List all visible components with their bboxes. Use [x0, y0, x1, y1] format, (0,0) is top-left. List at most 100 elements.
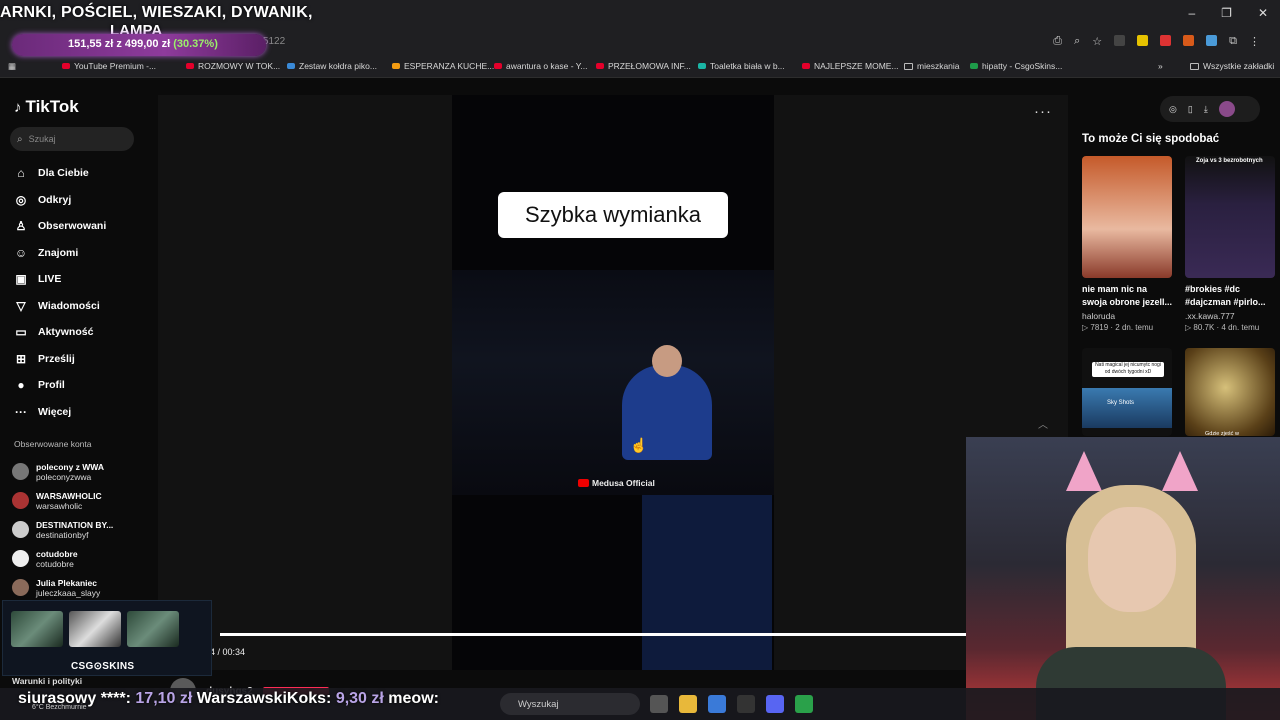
followed-heading: Obserwowane konta — [14, 439, 92, 449]
extension-icon[interactable] — [1137, 35, 1149, 46]
store-icon[interactable] — [708, 695, 726, 713]
followed-account[interactable]: DESTINATION BY... destinationbyf — [12, 515, 152, 544]
close-button[interactable]: ✕ — [1258, 6, 1268, 20]
youtube-icon — [596, 63, 604, 69]
phone-icon[interactable]: ▯ — [1188, 104, 1193, 115]
csgo-skins-widget[interactable]: CSG⊙SKINS — [2, 600, 212, 676]
recommended-author[interactable]: .xx.kawa.777 — [1185, 311, 1235, 321]
recommended-heading: To może Ci się spodobać — [1082, 133, 1220, 145]
toolbar-icons: ⎙ ⌕ ☆ ⧉ ⋮ — [1053, 35, 1260, 48]
bookmark-item[interactable]: Toaletka biała w b... — [698, 61, 785, 71]
chevron-right-icon[interactable]: » — [1158, 61, 1163, 71]
bookmark-item[interactable]: ROZMOWY W TOK... — [186, 61, 280, 71]
more-options-button[interactable]: ··· — [1034, 103, 1052, 120]
app-icon[interactable] — [737, 695, 755, 713]
taskbar-search[interactable]: Wyszukaj — [500, 693, 640, 715]
all-bookmarks[interactable]: Wszystkie zakładki — [1190, 61, 1274, 71]
bookmark-item[interactable]: hipatty - CsgoSkins... — [970, 61, 1062, 71]
bookmarks-bar: ▦ YouTube Premium -... ROZMOWY W TOK... … — [0, 56, 1280, 78]
nav-item-for-you[interactable]: ⌂ Dla Ciebie — [14, 160, 144, 187]
weather-text: 6°C Bezchmurnie — [32, 704, 87, 711]
webcam-feed — [966, 437, 1280, 720]
compass-icon[interactable]: ◎ — [1169, 104, 1177, 115]
recommended-thumbnail[interactable] — [1082, 156, 1172, 278]
folder-icon[interactable] — [679, 695, 697, 713]
followed-list: polecony z WWA poleconyzwwa WARSAWHOLIC wa… — [12, 457, 152, 602]
discord-icon[interactable] — [766, 695, 784, 713]
thumbnail-image — [1082, 388, 1172, 428]
goal-text: 151,55 zł z 499,00 zł (30.37%) — [68, 38, 218, 50]
video-frame[interactable]: Szybka wymianka Medusa Official — [452, 95, 774, 670]
youtube-icon — [494, 63, 502, 69]
extension-icon[interactable] — [1183, 35, 1195, 46]
followed-account[interactable]: Julia Plekaniec juleczkaaa_slayy — [12, 573, 152, 602]
tiktok-logo[interactable]: ♪ TikTok — [14, 97, 79, 117]
nav-item-live[interactable]: ▣ LIVE — [14, 266, 144, 293]
search-input[interactable]: ⌕ Szukaj — [10, 127, 134, 151]
live-icon: ▣ — [15, 272, 27, 287]
nav-item-activity[interactable]: ▭ Aktywność — [14, 319, 144, 346]
nav-item-messages[interactable]: ▽ Wiadomości — [14, 293, 144, 320]
messages-icon: ▽ — [16, 298, 26, 313]
extension-icon[interactable] — [1114, 35, 1126, 46]
minimize-button[interactable]: – — [1188, 6, 1195, 20]
maximize-button[interactable]: ❐ — [1221, 6, 1232, 20]
menu-icon[interactable]: ⋮ — [1249, 35, 1260, 48]
chevron-up-icon[interactable]: ︿ — [1038, 416, 1048, 431]
recommended-thumbnail[interactable] — [1185, 156, 1275, 278]
friends-icon: ☺ — [14, 245, 28, 260]
bookmark-item[interactable]: NAJLEPSZE MOME... — [802, 61, 899, 71]
video-time: 4 / 00:34 — [210, 647, 246, 657]
youtube-icon — [578, 479, 589, 487]
followed-account[interactable]: WARSAWHOLIC warsawholic — [12, 486, 152, 515]
nav-item-upload[interactable]: ⊞ Prześlij — [14, 346, 144, 373]
recommended-caption[interactable]: nie mam nic na swoja obrone jezell... — [1082, 283, 1174, 309]
bookmark-folder[interactable]: mieszkania — [904, 61, 960, 71]
avatar — [12, 492, 29, 509]
taskview-icon[interactable] — [650, 695, 668, 713]
followed-account[interactable]: cotudobre cotudobre — [12, 544, 152, 573]
recommended-author[interactable]: haloruda — [1082, 311, 1115, 321]
download-icon[interactable]: ⤓ — [1204, 104, 1208, 115]
adblock-icon[interactable] — [1160, 35, 1172, 46]
user-follow-icon: ♙ — [15, 219, 27, 234]
nav-item-more[interactable]: ··· Więcej — [14, 399, 144, 426]
weapon-skin — [11, 611, 63, 647]
bookmark-item[interactable]: YouTube Premium -... — [62, 61, 156, 71]
recommended-meta: ▷ 7819 · 2 dn. temu — [1082, 323, 1154, 332]
bookmark-item[interactable]: PRZEŁOMOWA INF... — [596, 61, 691, 71]
cast-icon[interactable]: ⎙ — [1053, 35, 1062, 48]
terms-link[interactable]: Warunki i polityki — [12, 676, 82, 686]
nav-item-following[interactable]: ♙ Obserwowani — [14, 213, 144, 240]
extension-icon[interactable] — [1206, 35, 1218, 46]
thumbnail-text: Nati magical jej nicumytc nogi od dwóch … — [1092, 362, 1164, 377]
search-icon: ⌕ — [17, 133, 23, 145]
followed-account[interactable]: polecony z WWA poleconyzwwa — [12, 457, 152, 486]
tiktok-note-icon: ♪ — [14, 98, 22, 116]
sheets-icon — [970, 63, 978, 69]
apps-icon[interactable]: ▦ — [8, 61, 16, 72]
profile-avatar-icon: ● — [17, 378, 25, 393]
nav-item-profile[interactable]: ● Profil — [14, 372, 144, 399]
overlay-title: ARNKI, POŚCIEL, WIESZAKI, DYWANIK, — [0, 4, 313, 21]
recommended-caption[interactable]: #brokies #dc #dajczman #pirlo... — [1185, 283, 1277, 309]
skin-list — [3, 601, 211, 647]
nav-item-friends[interactable]: ☺ Znajomi — [14, 240, 144, 267]
more-icon: ··· — [15, 404, 27, 419]
avatar[interactable] — [1218, 101, 1235, 117]
video-player[interactable]: Szybka wymianka Medusa Official ··· — [158, 95, 1068, 670]
thumbnail-text: Sky Shots — [1107, 400, 1135, 406]
zoom-icon[interactable]: ⌕ — [1074, 35, 1080, 48]
avatar — [12, 463, 29, 480]
youtube-icon — [802, 63, 810, 69]
bookmark-item[interactable]: ESPERANZA KUCHE... — [392, 61, 494, 71]
nav-item-explore[interactable]: ◎ Odkryj — [14, 187, 144, 214]
bookmark-item[interactable]: Zestaw kołdra piko... — [287, 61, 377, 71]
recommended-thumbnail[interactable] — [1185, 348, 1275, 436]
puzzle-icon[interactable]: ⧉ — [1229, 35, 1237, 48]
chrome-icon[interactable] — [795, 695, 813, 713]
video-progress-bar[interactable] — [220, 633, 966, 636]
video-source-label: Medusa Official — [578, 478, 655, 488]
star-icon[interactable]: ☆ — [1092, 35, 1102, 48]
bookmark-item[interactable]: awantura o kase - Y... — [494, 61, 587, 71]
